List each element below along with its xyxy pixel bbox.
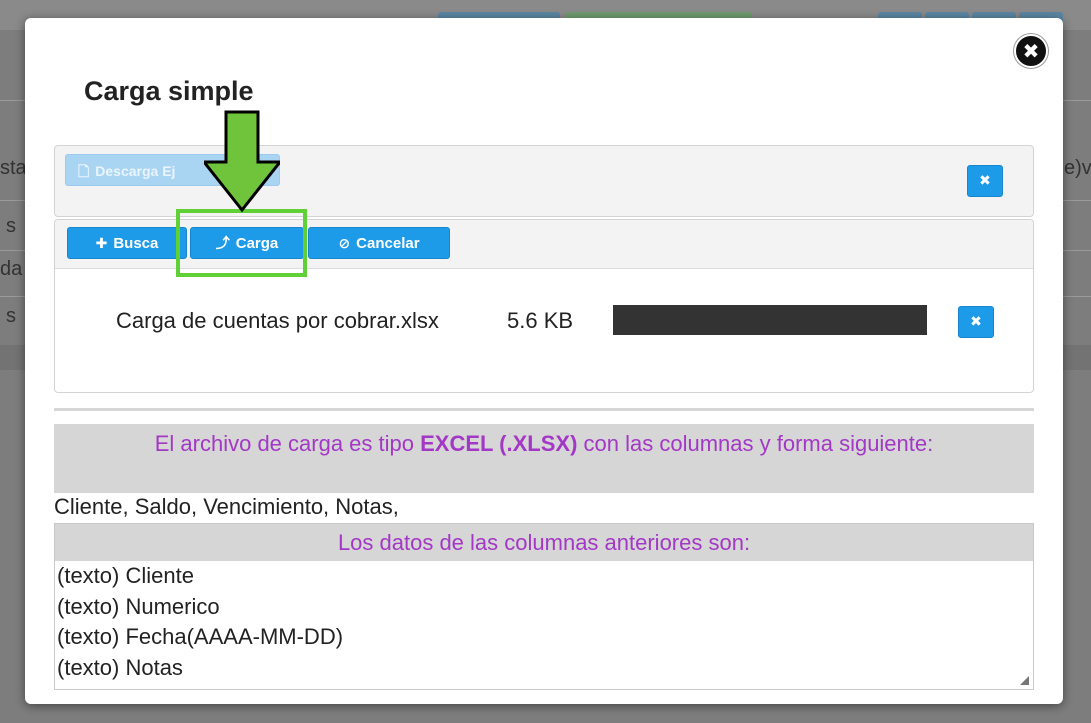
download-panel: 🗋 Descarga Ej ✖ [54, 145, 1034, 217]
cancel-label: Cancelar [356, 235, 420, 252]
cancel-button[interactable]: ⊘ Cancelar [308, 227, 450, 259]
background-text: s [6, 215, 16, 237]
upload-progress-bar [613, 305, 927, 335]
resize-handle[interactable] [1020, 676, 1029, 685]
modal-title: Carga simple [84, 76, 254, 106]
info-file-type: EXCEL (.XLSX) [420, 431, 578, 456]
file-size: 5.6 KB [507, 308, 574, 333]
ban-icon: ⊘ [338, 236, 351, 252]
remove-file-button[interactable]: ✖ [958, 306, 994, 338]
browse-label: Busca [113, 235, 159, 252]
datatype-line: (texto) Numerico [57, 593, 220, 619]
background-text: s [6, 305, 16, 327]
annotation-highlight-box [176, 209, 307, 277]
info-text-before: El archivo de carga es tipo [154, 431, 421, 456]
datatype-line: (texto) Cliente [57, 563, 194, 588]
datatypes-textarea[interactable]: Los datos de las columnas anteriores son… [54, 523, 1034, 690]
file-icon: 🗋 [78, 164, 90, 180]
datatypes-header: Los datos de las columnas anteriores son… [55, 524, 1033, 561]
browse-button[interactable]: ✚ Busca [67, 227, 187, 259]
section-divider [54, 408, 1034, 411]
close-icon[interactable]: ✖ [1014, 34, 1048, 68]
datatype-line: (texto) Fecha(AAAA-MM-DD) [57, 624, 344, 649]
clear-button[interactable]: ✖ [967, 165, 1003, 197]
download-example-label: Descarga Ej [95, 163, 176, 179]
background-text: sta [0, 157, 27, 179]
info-text-after: con las columnas y forma siguiente: [577, 431, 934, 456]
arrow-down-icon [204, 110, 280, 213]
file-name: Carga de cuentas por cobrar.xlsx [116, 308, 439, 333]
columns-list: Cliente, Saldo, Vencimiento, Notas, [54, 494, 399, 519]
plus-icon: ✚ [95, 236, 108, 252]
file-format-info: El archivo de carga es tipo EXCEL (.XLSX… [54, 424, 1034, 493]
background-text: e)v [1064, 157, 1091, 179]
background-text: da [0, 258, 23, 280]
datatype-line: (texto) Notas [57, 654, 183, 680]
